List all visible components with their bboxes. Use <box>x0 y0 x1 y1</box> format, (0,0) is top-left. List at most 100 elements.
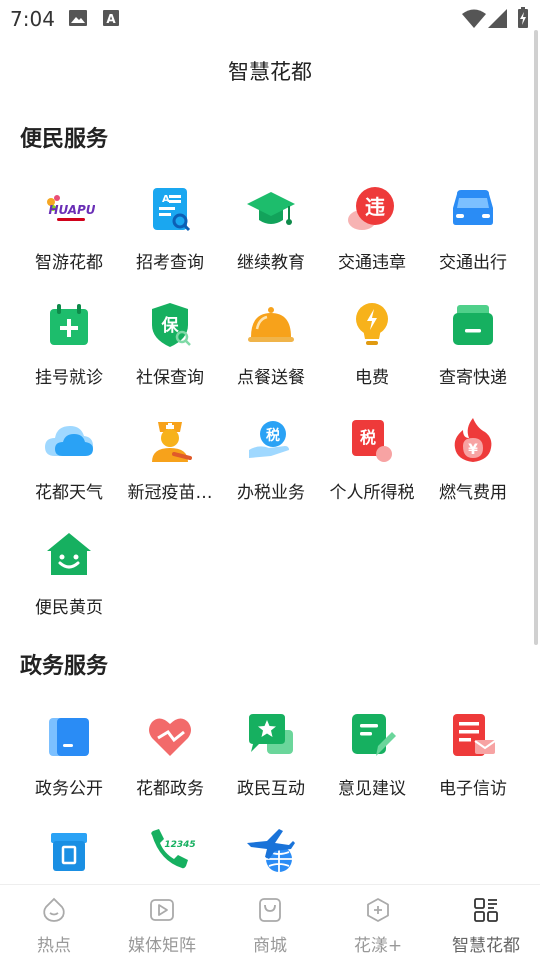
letter-doc-icon <box>447 710 499 762</box>
huapu-logo-text: HUAPU <box>48 203 95 217</box>
service-tile-tax-business[interactable]: 税 办税业务 <box>217 404 325 520</box>
service-tile-exam-query[interactable]: A 招考查询 <box>116 174 224 290</box>
service-tile-gov-open[interactable]: 政务公开 <box>15 700 123 816</box>
lightbulb-icon <box>346 299 398 351</box>
service-label: 招考查询 <box>136 253 204 273</box>
svg-text:A: A <box>162 194 170 205</box>
service-tile-personal-income-tax[interactable]: 税 个人所得税 <box>318 404 426 520</box>
wifi-icon <box>462 9 486 33</box>
social-security-shield-icon: 保 <box>144 299 196 351</box>
vaccine-doctor-icon <box>144 414 196 466</box>
svg-text:A: A <box>106 12 116 26</box>
exam-doc-icon: A <box>144 184 196 236</box>
hot-spot-icon <box>41 897 67 923</box>
svg-text:¥: ¥ <box>468 442 478 458</box>
service-tile-travel-globe[interactable] <box>217 815 325 884</box>
nav-label: 花漾+ <box>353 936 403 956</box>
service-label: 便民黄页 <box>35 598 103 618</box>
service-tile-gas-fee[interactable]: ¥ 燃气费用 <box>419 404 527 520</box>
section-title-convenience: 便民服务 <box>20 127 109 152</box>
service-tile-hotline[interactable]: 12345 <box>116 815 224 884</box>
gov-open-icon <box>43 710 95 762</box>
nav-label: 商城 <box>253 936 287 956</box>
service-label: 社保查询 <box>136 368 204 388</box>
svg-text:违: 违 <box>365 195 385 219</box>
service-tile-document-box[interactable] <box>15 815 123 884</box>
nav-tab-huayang-plus[interactable]: 花漾+ <box>324 885 432 961</box>
svg-text:12345: 12345 <box>164 840 195 850</box>
nav-label: 媒体矩阵 <box>128 936 196 956</box>
service-tile-registration[interactable]: 挂号就诊 <box>15 289 123 405</box>
status-bar: 7:04 A <box>0 0 540 36</box>
graduation-cap-icon <box>245 184 297 236</box>
battery-charging-icon <box>517 7 529 33</box>
service-tile-yellow-pages[interactable]: 便民黄页 <box>15 519 123 635</box>
title-bar: 智慧花都 <box>0 36 540 100</box>
service-tile-express[interactable]: 查寄快递 <box>419 289 527 405</box>
huapu-logo-icon: HUAPU <box>43 184 95 236</box>
svg-text:保: 保 <box>161 315 180 336</box>
service-tile-social-security[interactable]: 保 社保查询 <box>116 289 224 405</box>
convenience-services-grid: HUAPU 智游花都 A 招考查询 继续教育 违 交通违章 交通出行 挂号就诊 <box>0 174 540 644</box>
star-chat-icon <box>245 710 297 762</box>
airplane-globe-icon <box>245 825 297 877</box>
grid-apps-icon <box>473 897 499 923</box>
nav-tab-hot[interactable]: 热点 <box>0 885 108 961</box>
service-tile-covid-vaccine[interactable]: 新冠疫苗… <box>116 404 224 520</box>
service-tile-food-delivery[interactable]: 点餐送餐 <box>217 289 325 405</box>
traffic-violation-icon: 违 <box>346 184 398 236</box>
service-label: 政民互动 <box>237 779 305 799</box>
government-services-grid: 政务公开 花都政务 政民互动 意见建议 电子信访 12345 <box>0 700 540 884</box>
nav-label: 智慧花都 <box>452 936 520 956</box>
service-tile-continuing-education[interactable]: 继续教育 <box>217 174 325 290</box>
service-label: 继续教育 <box>237 253 305 273</box>
video-play-icon <box>149 897 175 923</box>
document-box-icon <box>43 825 95 877</box>
medical-calendar-icon <box>43 299 95 351</box>
service-label: 交通出行 <box>439 253 507 273</box>
suggestion-note-icon <box>346 710 398 762</box>
income-tax-icon: 税 <box>346 414 398 466</box>
hexagon-plus-icon <box>365 897 391 923</box>
cell-signal-icon <box>488 9 508 33</box>
smiling-house-icon <box>43 529 95 581</box>
nav-tab-smart-huadu[interactable]: 智慧花都 <box>432 885 540 961</box>
service-tile-electricity[interactable]: 电费 <box>318 289 426 405</box>
service-tile-gov-citizen-interaction[interactable]: 政民互动 <box>217 700 325 816</box>
service-tile-suggestions[interactable]: 意见建议 <box>318 700 426 816</box>
service-tile-weather[interactable]: 花都天气 <box>15 404 123 520</box>
page-title: 智慧花都 <box>228 60 312 84</box>
service-tile-e-petition[interactable]: 电子信访 <box>419 700 527 816</box>
service-label: 个人所得税 <box>329 483 415 503</box>
service-label: 智游花都 <box>35 253 103 273</box>
car-icon <box>447 184 499 236</box>
parcel-icon <box>447 299 499 351</box>
food-cloche-icon <box>245 299 297 351</box>
nav-label: 热点 <box>37 936 71 956</box>
nav-tab-mall[interactable]: 商城 <box>216 885 324 961</box>
service-label: 办税业务 <box>237 483 305 503</box>
tax-hand-icon: 税 <box>245 414 297 466</box>
service-label: 花都天气 <box>35 483 103 503</box>
service-label: 意见建议 <box>338 779 406 799</box>
service-tile-traffic-travel[interactable]: 交通出行 <box>419 174 527 290</box>
service-label: 政务公开 <box>35 779 103 799</box>
service-tile-zhiyou-huadu[interactable]: HUAPU 智游花都 <box>15 174 123 290</box>
service-label: 点餐送餐 <box>237 368 305 388</box>
svg-text:税: 税 <box>360 428 376 447</box>
shopping-bag-icon <box>257 897 283 923</box>
service-label: 挂号就诊 <box>35 368 103 388</box>
service-tile-traffic-violation[interactable]: 违 交通违章 <box>318 174 426 290</box>
bottom-nav: 热点 媒体矩阵 商城 花漾+ 智慧花都 <box>0 884 540 961</box>
status-time: 7:04 <box>10 7 55 31</box>
heart-icon <box>144 710 196 762</box>
service-label: 电费 <box>355 368 389 388</box>
service-label: 花都政务 <box>136 779 204 799</box>
service-tile-huadu-gov[interactable]: 花都政务 <box>116 700 224 816</box>
hotline-phone-icon: 12345 <box>144 825 196 877</box>
a-notification-icon: A <box>102 9 120 31</box>
nav-tab-media-matrix[interactable]: 媒体矩阵 <box>108 885 216 961</box>
cloud-icon <box>43 414 95 466</box>
service-label: 查寄快递 <box>439 368 507 388</box>
service-label: 电子信访 <box>439 779 507 799</box>
